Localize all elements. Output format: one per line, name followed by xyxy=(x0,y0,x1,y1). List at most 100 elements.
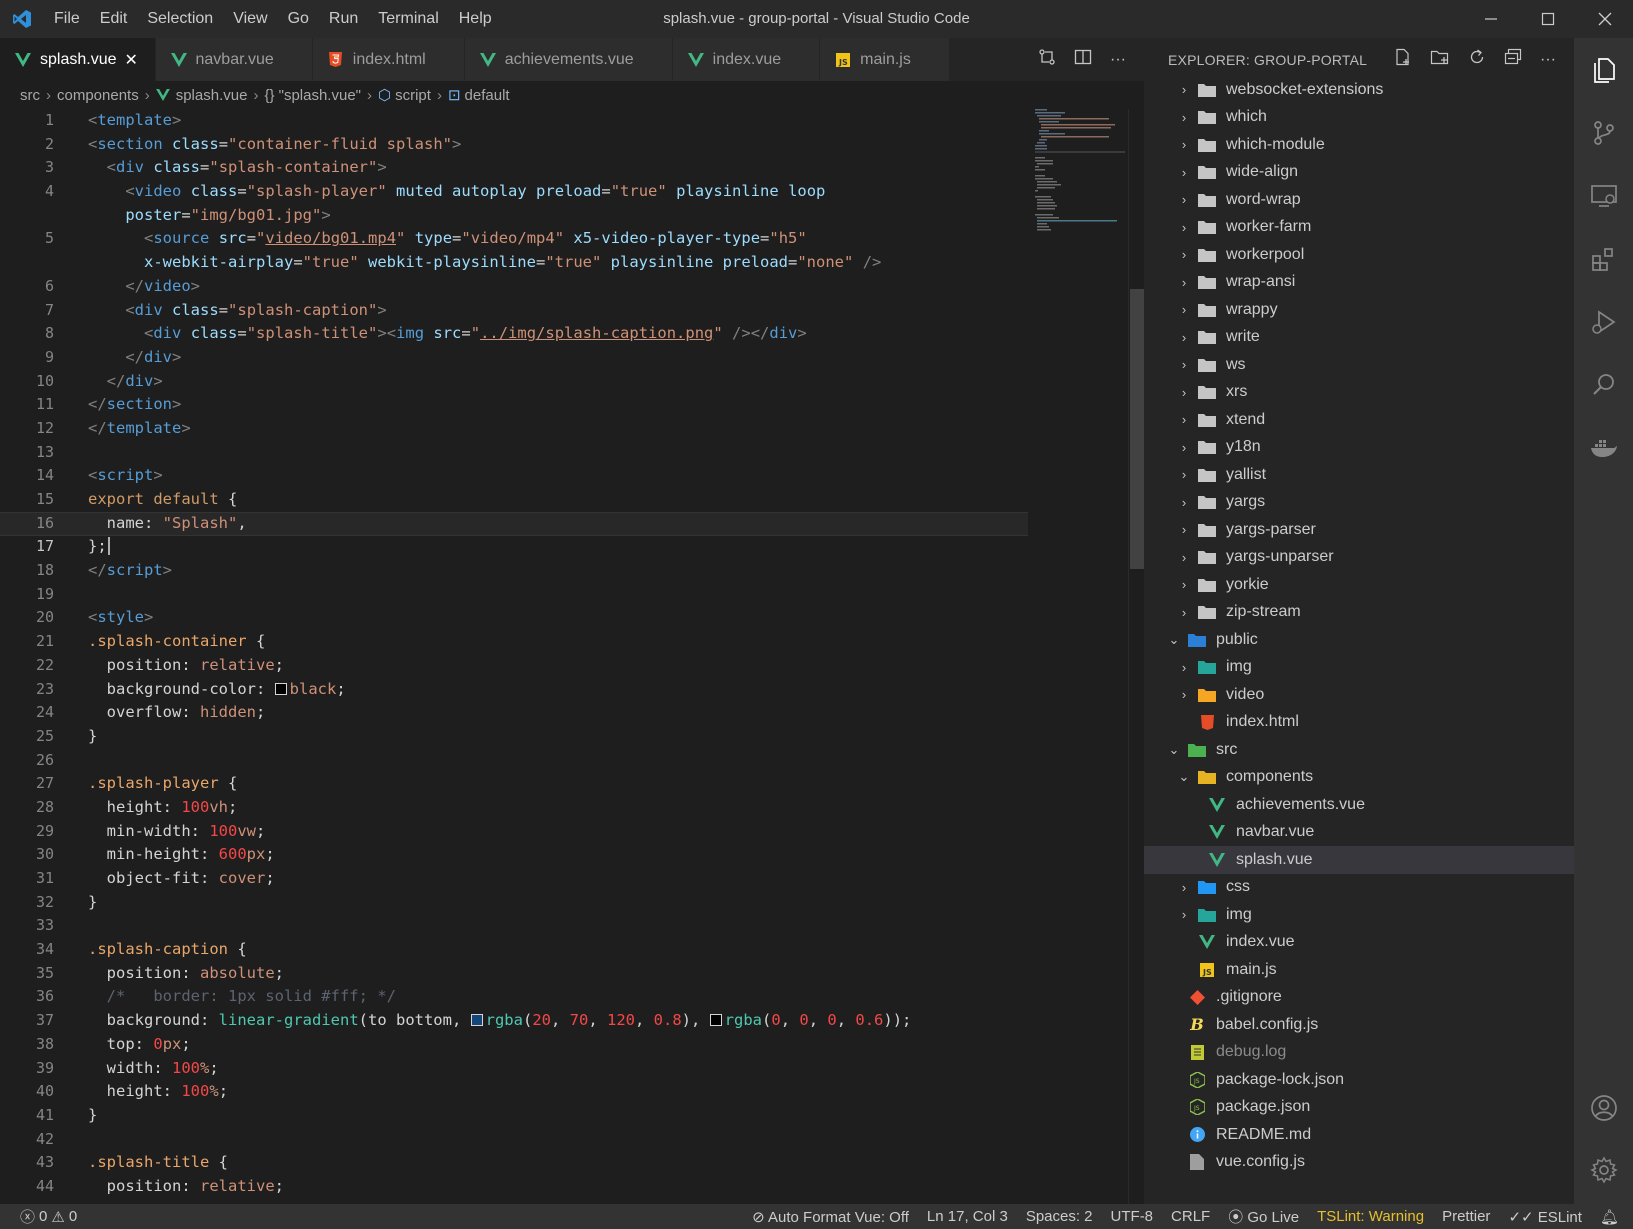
tree-folder[interactable]: › yargs xyxy=(1144,489,1574,517)
tree-folder[interactable]: › yargs-parser xyxy=(1144,516,1574,544)
new-folder-icon[interactable] xyxy=(1430,48,1450,71)
tree-file[interactable]: JS main.js xyxy=(1144,956,1574,984)
tab-index-html[interactable]: index.html xyxy=(312,38,465,81)
tree-folder[interactable]: ⌄ src xyxy=(1144,736,1574,764)
scrollbar-thumb[interactable] xyxy=(1130,289,1144,569)
prettier-status[interactable]: Prettier xyxy=(1442,1208,1490,1225)
tab-splash-vue[interactable]: splash.vue ✕ xyxy=(0,38,156,81)
tree-folder[interactable]: › wrap-ansi xyxy=(1144,269,1574,297)
menu-file[interactable]: File xyxy=(44,0,90,38)
breadcrumb-item[interactable]: src xyxy=(20,87,40,104)
tree-file[interactable]: index.html xyxy=(1144,709,1574,737)
breadcrumb-item[interactable]: script xyxy=(395,87,431,104)
tree-file[interactable]: achievements.vue xyxy=(1144,791,1574,819)
tree-folder[interactable]: › yorkie xyxy=(1144,571,1574,599)
maximize-button[interactable] xyxy=(1519,0,1576,38)
tree-folder[interactable]: › img xyxy=(1144,901,1574,929)
tree-folder[interactable]: › workerpool xyxy=(1144,241,1574,269)
menu-run[interactable]: Run xyxy=(319,0,368,38)
tree-folder[interactable]: › zip-stream xyxy=(1144,599,1574,627)
split-editor-icon[interactable] xyxy=(1074,48,1092,71)
search-icon[interactable] xyxy=(1574,353,1633,416)
eslint-status[interactable]: ✓✓ ESLint xyxy=(1508,1208,1582,1226)
minimize-button[interactable] xyxy=(1462,0,1519,38)
tree-folder[interactable]: › css xyxy=(1144,874,1574,902)
tree-file[interactable]: vue.config.js xyxy=(1144,1149,1574,1177)
auto-format-status[interactable]: ⊘ Auto Format Vue: Off xyxy=(752,1208,909,1226)
more-actions-icon[interactable]: ··· xyxy=(1110,51,1126,69)
tree-folder[interactable]: › which-module xyxy=(1144,131,1574,159)
tree-file[interactable]: Bbabel.config.js xyxy=(1144,1011,1574,1039)
tree-folder[interactable]: › xrs xyxy=(1144,379,1574,407)
encoding-status[interactable]: UTF-8 xyxy=(1111,1208,1154,1225)
breadcrumb-item[interactable]: splash.vue xyxy=(176,87,248,104)
tree-file[interactable]: debug.log xyxy=(1144,1039,1574,1067)
editor-scrollbar[interactable] xyxy=(1128,109,1144,1204)
tree-folder[interactable]: › img xyxy=(1144,654,1574,682)
close-tab-icon[interactable]: ✕ xyxy=(125,50,141,70)
breadcrumb-item[interactable]: components xyxy=(57,87,139,104)
tree-folder[interactable]: › xtend xyxy=(1144,406,1574,434)
go-live-button[interactable]: ⦿ Go Live xyxy=(1228,1206,1299,1227)
tab-navbar-vue[interactable]: navbar.vue xyxy=(155,38,313,81)
tree-item-label: navbar.vue xyxy=(1236,823,1315,841)
tree-folder[interactable]: › websocket-extensions xyxy=(1144,76,1574,104)
tree-folder[interactable]: › word-wrap xyxy=(1144,186,1574,214)
menu-go[interactable]: Go xyxy=(278,0,319,38)
tree-folder[interactable]: › which xyxy=(1144,104,1574,132)
menu-terminal[interactable]: Terminal xyxy=(368,0,448,38)
notifications-bell-icon[interactable]: 🔔︎ xyxy=(1600,1208,1619,1226)
refresh-icon[interactable] xyxy=(1468,48,1486,71)
tab-index-vue[interactable]: index.vue xyxy=(672,38,821,81)
tree-folder[interactable]: ⌄ public xyxy=(1144,626,1574,654)
more-actions-icon[interactable]: ··· xyxy=(1540,51,1556,69)
menu-selection[interactable]: Selection xyxy=(137,0,223,38)
account-icon[interactable] xyxy=(1574,1076,1633,1139)
tree-file[interactable]: index.vue xyxy=(1144,929,1574,957)
tree-file[interactable]: navbar.vue xyxy=(1144,819,1574,847)
tree-folder[interactable]: › y18n xyxy=(1144,434,1574,462)
breadcrumb-item[interactable]: {} "splash.vue" xyxy=(264,87,361,104)
menu-view[interactable]: View xyxy=(223,0,277,38)
tree-folder[interactable]: › ws xyxy=(1144,351,1574,379)
tab-main-js[interactable]: JS main.js xyxy=(820,38,950,81)
cursor-position[interactable]: Ln 17, Col 3 xyxy=(927,1208,1008,1225)
tree-file[interactable]: JS package.json xyxy=(1144,1094,1574,1122)
problems-indicator[interactable]: ⓧ 0 ⚠ 0 xyxy=(20,1206,77,1227)
menu-help[interactable]: Help xyxy=(449,0,502,38)
tree-file[interactable]: README.md xyxy=(1144,1121,1574,1149)
tree-file[interactable]: JS package-lock.json xyxy=(1144,1066,1574,1094)
indentation-status[interactable]: Spaces: 2 xyxy=(1026,1208,1093,1225)
code-editor[interactable]: 1 2 3 4 5 6 7 8 9 10 11 12 13 14 15 16 17 18 19 20 21 22 23 24 2… xyxy=(0,109,1144,1204)
tslint-status[interactable]: TSLint: Warning xyxy=(1317,1208,1424,1225)
tab-achievements-vue[interactable]: achievements.vue xyxy=(464,38,673,81)
tree-folder[interactable]: › write xyxy=(1144,324,1574,352)
breadcrumb-item[interactable]: default xyxy=(465,87,510,104)
new-file-icon[interactable] xyxy=(1394,48,1412,71)
tree-folder[interactable]: › video xyxy=(1144,681,1574,709)
tree-file[interactable]: .gitignore xyxy=(1144,984,1574,1012)
code-content[interactable]: <template> <section class="container-flu… xyxy=(88,109,1028,1199)
source-control-icon[interactable] xyxy=(1574,101,1633,164)
tree-item-label: wide-align xyxy=(1226,163,1299,181)
tree-folder[interactable]: › wide-align xyxy=(1144,159,1574,187)
minimap[interactable] xyxy=(1035,109,1125,309)
close-window-button[interactable] xyxy=(1576,0,1633,38)
eol-status[interactable]: CRLF xyxy=(1171,1208,1210,1225)
run-debug-icon[interactable] xyxy=(1574,290,1633,353)
tree-folder[interactable]: ⌄ components xyxy=(1144,764,1574,792)
menu-edit[interactable]: Edit xyxy=(90,0,138,38)
compare-changes-icon[interactable] xyxy=(1038,48,1056,71)
extensions-icon[interactable] xyxy=(1574,227,1633,290)
docker-icon[interactable] xyxy=(1574,416,1633,479)
tree-file[interactable]: splash.vue xyxy=(1144,846,1574,874)
settings-gear-icon[interactable] xyxy=(1574,1138,1633,1201)
code-line: } xyxy=(88,1105,98,1124)
tree-folder[interactable]: › worker-farm xyxy=(1144,214,1574,242)
tree-folder[interactable]: › yallist xyxy=(1144,461,1574,489)
remote-explorer-icon[interactable] xyxy=(1574,164,1633,227)
tree-folder[interactable]: › wrappy xyxy=(1144,296,1574,324)
explorer-icon[interactable] xyxy=(1574,38,1633,101)
tree-folder[interactable]: › yargs-unparser xyxy=(1144,544,1574,572)
collapse-all-icon[interactable] xyxy=(1504,48,1522,71)
